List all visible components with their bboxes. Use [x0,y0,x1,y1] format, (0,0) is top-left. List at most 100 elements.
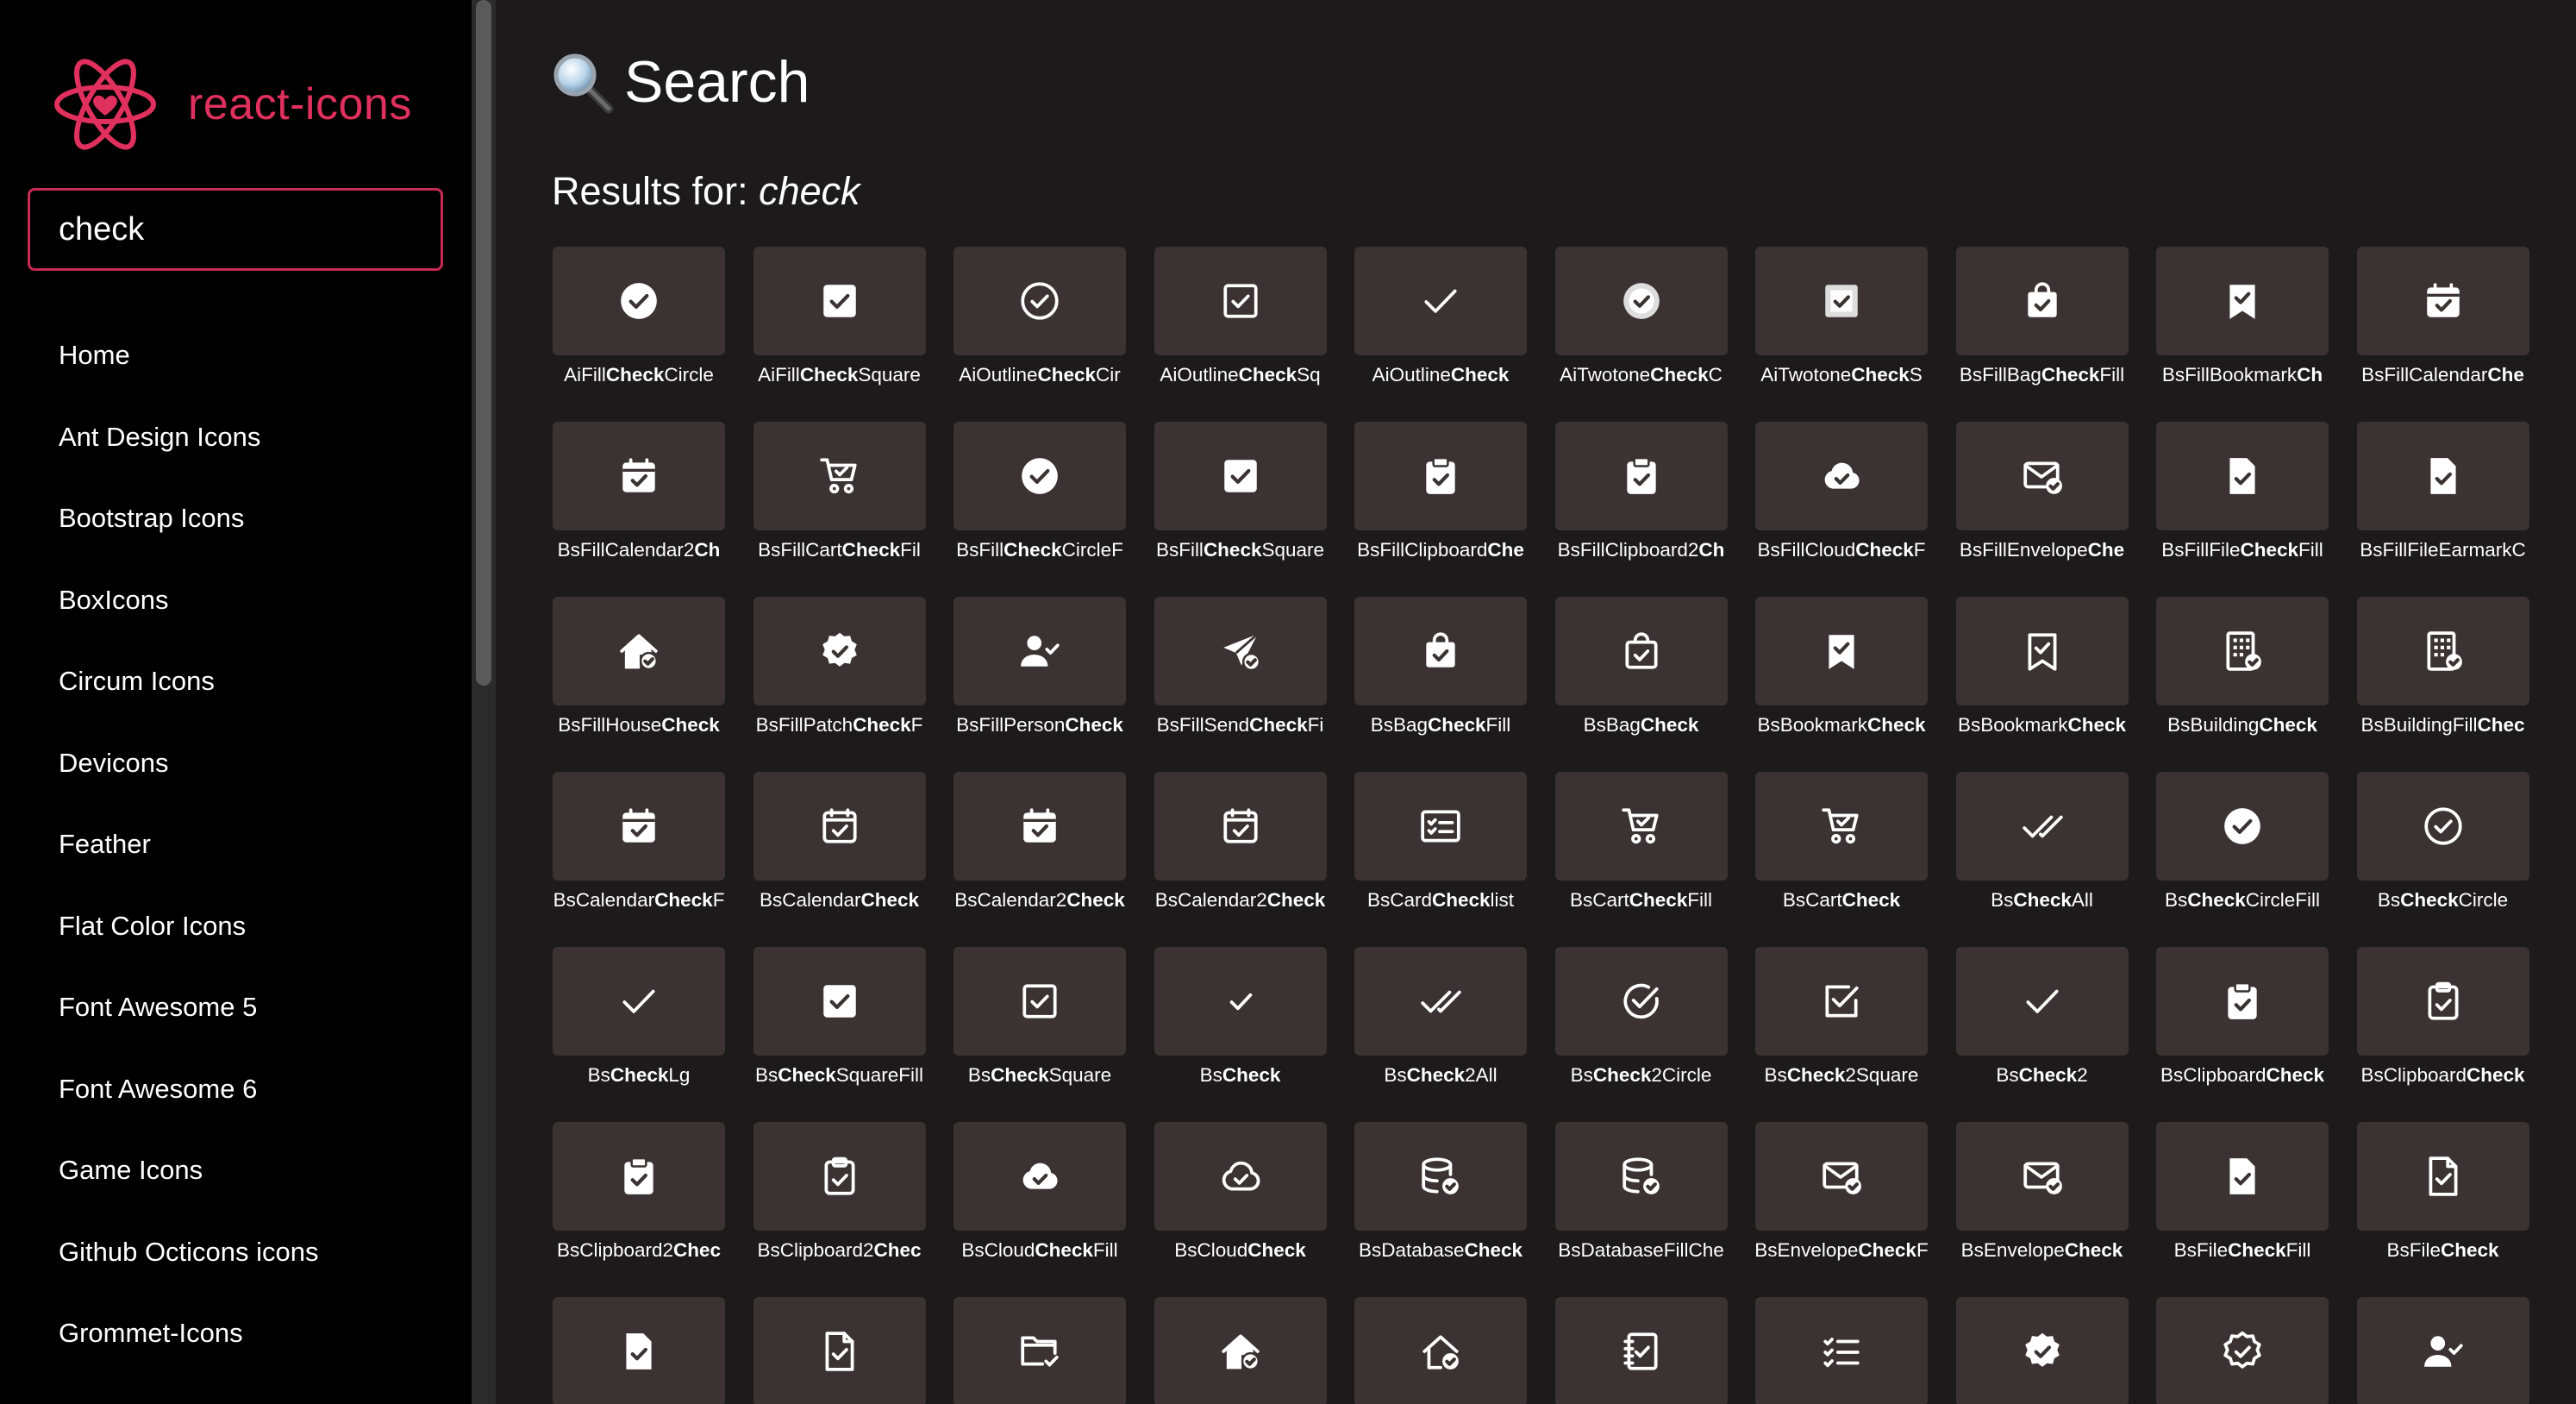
icon-card[interactable]: BsCheckCircle [2356,772,2529,947]
icon-card[interactable]: BsFillPersonCheck [953,597,1126,772]
sidebar-item-heroicons[interactable]: Heroicons [59,1375,319,1404]
search-field[interactable] [28,188,443,271]
icon-tile[interactable] [1755,1122,1928,1231]
icon-tile[interactable] [2356,247,2529,355]
icon-card[interactable]: BsFillFileCheckFill [2156,422,2329,597]
icon-card[interactable]: BsFillBagCheckFill [1955,247,2129,422]
icon-card[interactable]: BsCloudCheckFill [953,1122,1126,1297]
icon-tile[interactable] [1554,1122,1728,1231]
icon-tile[interactable] [553,947,725,1056]
sidebar-item-circum-icons[interactable]: Circum Icons [59,641,319,723]
icon-tile[interactable] [2156,247,2329,355]
sidebar-item-feather[interactable]: Feather [59,804,319,886]
icon-tile[interactable] [753,422,926,530]
icon-tile[interactable] [1755,1297,1928,1404]
icon-card[interactable]: BsCheckSquare [953,947,1126,1122]
sidebar-item-flat-color-icons[interactable]: Flat Color Icons [59,886,319,968]
icon-tile[interactable] [1755,247,1928,355]
icon-tile[interactable] [2156,772,2329,881]
icon-tile[interactable] [2156,1297,2329,1404]
icon-tile[interactable] [1354,1297,1527,1404]
icon-tile[interactable] [1354,247,1527,355]
icon-card[interactable]: BsBagCheckFill [1354,597,1527,772]
icon-card[interactable]: BsCloudCheck [1154,1122,1327,1297]
icon-tile[interactable] [1154,1122,1327,1231]
icon-card[interactable]: BsDatabaseFillChe [1554,1122,1728,1297]
icon-card[interactable] [1755,1297,1928,1404]
icon-card[interactable]: AiOutlineCheck [1354,247,1527,422]
icon-card[interactable]: BsFillCalendar2Ch [553,422,725,597]
icon-card[interactable]: BsCartCheck [1755,772,1928,947]
sidebar-item-font-awesome-6[interactable]: Font Awesome 6 [59,1049,319,1131]
icon-card[interactable]: BsDatabaseCheck [1354,1122,1527,1297]
icon-tile[interactable] [953,422,1126,530]
sidebar-item-bootstrap-icons[interactable]: Bootstrap Icons [59,478,319,560]
icon-tile[interactable] [2356,422,2529,530]
icon-card[interactable]: BsFillPatchCheckF [753,597,926,772]
icon-tile[interactable] [553,422,725,530]
icon-tile[interactable] [553,1297,725,1404]
icon-card[interactable]: BsCalendar2Check [953,772,1126,947]
icon-card[interactable]: AiTwotoneCheckC [1554,247,1728,422]
icon-card[interactable]: BsFillClipboardChe [1354,422,1527,597]
icon-card[interactable]: BsFillCloudCheckF [1755,422,1928,597]
icon-tile[interactable] [1755,422,1928,530]
icon-card[interactable]: AiFillCheckSquare [753,247,926,422]
icon-tile[interactable] [1154,772,1327,881]
icon-card[interactable]: BsFileCheck [2356,1122,2529,1297]
icon-tile[interactable] [2356,947,2529,1056]
icon-card[interactable] [953,1297,1126,1404]
icon-tile[interactable] [953,772,1126,881]
icon-card[interactable] [1154,1297,1327,1404]
icon-tile[interactable] [753,947,926,1056]
icon-tile[interactable] [1354,947,1527,1056]
icon-card[interactable]: BsCheckCircleFill [2156,772,2329,947]
icon-tile[interactable] [553,247,725,355]
sidebar-item-github-octicons-icons[interactable]: Github Octicons icons [59,1212,319,1294]
icon-tile[interactable] [1154,597,1327,705]
icon-card[interactable]: BsCheck2Square [1755,947,1928,1122]
icon-tile[interactable] [1955,247,2129,355]
icon-tile[interactable] [753,1297,926,1404]
sidebar-item-game-icons[interactable]: Game Icons [59,1130,319,1212]
icon-card[interactable]: BsFileCheckFill [2156,1122,2329,1297]
icon-tile[interactable] [1554,422,1728,530]
icon-card[interactable]: BsCheck2 [1955,947,2129,1122]
sidebar-item-devicons[interactable]: Devicons [59,723,319,805]
icon-tile[interactable] [1554,597,1728,705]
icon-tile[interactable] [2356,1297,2529,1404]
icon-tile[interactable] [1955,772,2129,881]
icon-tile[interactable] [953,597,1126,705]
icon-card[interactable]: AiOutlineCheckSq [1154,247,1327,422]
icon-card[interactable]: BsCheckSquareFill [753,947,926,1122]
sidebar-item-boxicons[interactable]: BoxIcons [59,560,319,642]
icon-tile[interactable] [2156,947,2329,1056]
sidebar-item-home[interactable]: Home [59,315,319,397]
icon-tile[interactable] [1955,1297,2129,1404]
icon-card[interactable]: BsCalendarCheck [753,772,926,947]
icon-card[interactable]: BsFillCheckSquare [1154,422,1327,597]
icon-card[interactable]: AiOutlineCheckCir [953,247,1126,422]
icon-tile[interactable] [1955,1122,2129,1231]
search-input[interactable] [30,191,441,268]
icon-card[interactable]: BsClipboard2Chec [553,1122,725,1297]
icon-card[interactable] [2356,1297,2529,1404]
icon-tile[interactable] [1554,1297,1728,1404]
icon-tile[interactable] [2356,597,2529,705]
icon-card[interactable] [553,1297,725,1404]
icon-tile[interactable] [1154,947,1327,1056]
icon-tile[interactable] [953,247,1126,355]
icon-tile[interactable] [2356,772,2529,881]
icon-card[interactable]: BsCheck2Circle [1554,947,1728,1122]
icon-tile[interactable] [1554,247,1728,355]
icon-tile[interactable] [1955,597,2129,705]
icon-card[interactable] [1354,1297,1527,1404]
sidebar-item-grommet-icons[interactable]: Grommet-Icons [59,1293,319,1375]
icon-card[interactable] [1554,1297,1728,1404]
icon-tile[interactable] [1354,1122,1527,1231]
icon-card[interactable]: BsFillCartCheckFil [753,422,926,597]
scrollbar-thumb[interactable] [476,0,491,686]
icon-card[interactable]: BsCheckLg [553,947,725,1122]
icon-tile[interactable] [2356,1122,2529,1231]
icon-card[interactable]: BsClipboardCheck [2156,947,2329,1122]
